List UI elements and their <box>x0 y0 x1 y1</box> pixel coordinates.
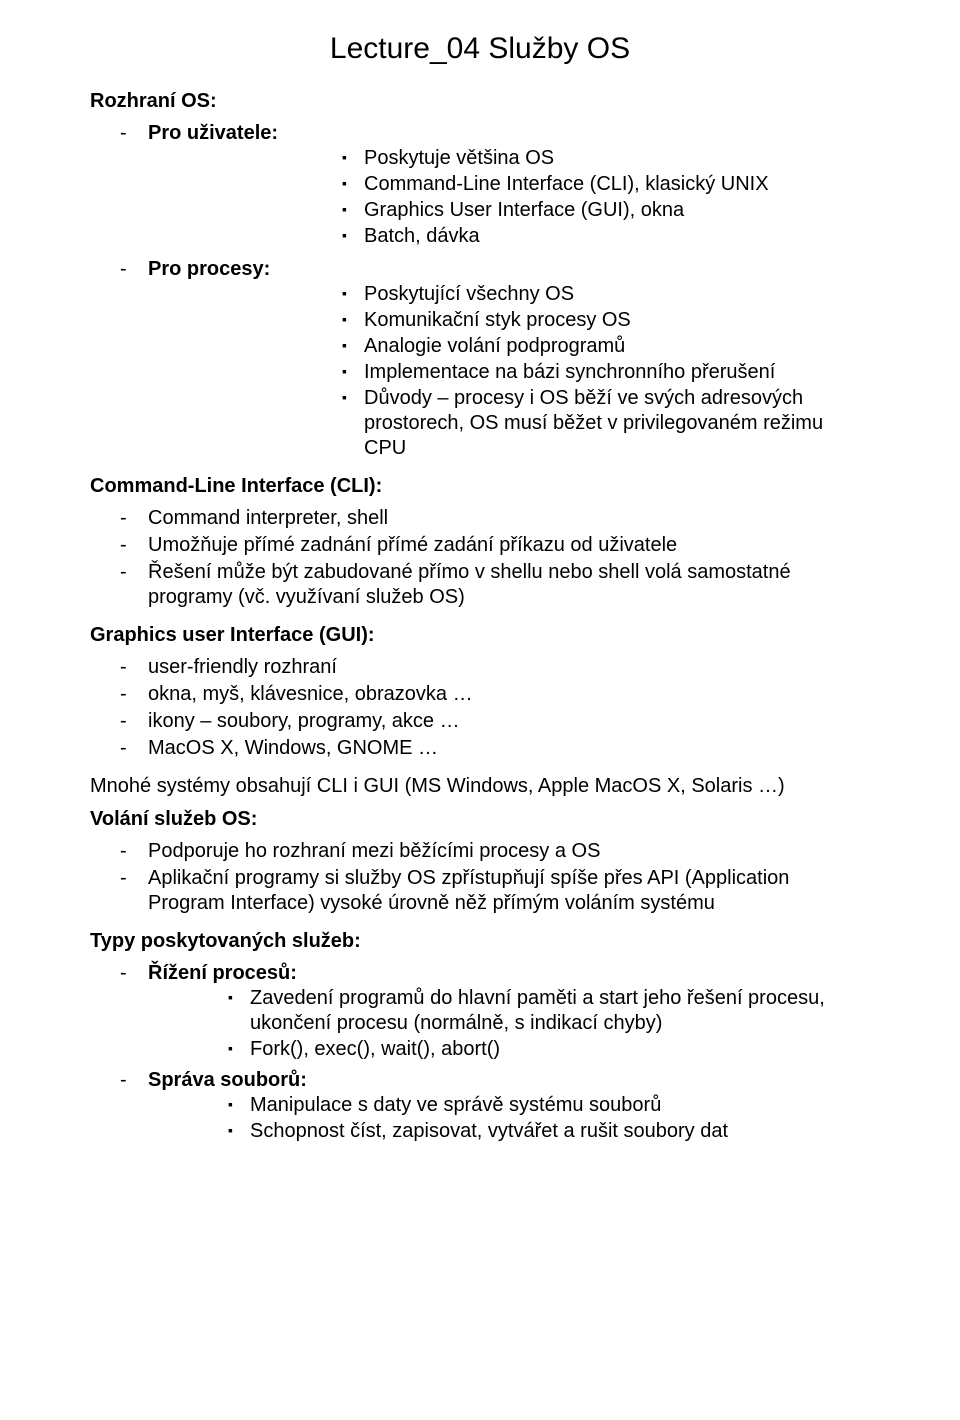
list-item: Pro procesy: Poskytující všechny OS Komu… <box>148 257 870 461</box>
heading-rozhrani: Rozhraní OS: <box>90 90 870 113</box>
list-item: Zavedení programů do hlavní paměti a sta… <box>250 986 870 1036</box>
list-item: Analogie volání podprogramů <box>364 334 870 359</box>
sublist: Zavedení programů do hlavní paměti a sta… <box>148 986 870 1062</box>
list-item: Podporuje ho rozhraní mezi běžícími proc… <box>148 839 870 864</box>
list-item: Správa souborů: Manipulace s daty ve spr… <box>148 1068 870 1144</box>
list-item: Fork(), exec(), wait(), abort() <box>250 1037 870 1062</box>
heading-cli: Command-Line Interface (CLI): <box>90 475 870 498</box>
list-typy: Řížení procesů: Zavedení programů do hla… <box>90 961 870 1144</box>
list-item: MacOS X, Windows, GNOME … <box>148 736 870 761</box>
list-item: okna, myš, klávesnice, obrazovka … <box>148 682 870 707</box>
list-item: Pro uživatele: Poskytuje většina OS Comm… <box>148 121 870 249</box>
sublist: Manipulace s daty ve správě systému soub… <box>148 1093 870 1144</box>
list-item: Batch, dávka <box>364 224 870 249</box>
label: Řížení procesů: <box>148 962 297 984</box>
label: Pro procesy: <box>148 258 270 280</box>
list-rozhrani: Pro uživatele: Poskytuje většina OS Comm… <box>90 121 870 461</box>
document-title: Lecture_04 Služby OS <box>90 32 870 66</box>
list-item: Řížení procesů: Zavedení programů do hla… <box>148 961 870 1062</box>
list-item: Command-Line Interface (CLI), klasický U… <box>364 172 870 197</box>
sublist: Poskytující všechny OS Komunikační styk … <box>148 282 870 461</box>
list-item: Manipulace s daty ve správě systému soub… <box>250 1093 870 1118</box>
list-item: Aplikační programy si služby OS zpřístup… <box>148 866 870 916</box>
document-page: { "title": "Lecture_04 Služby OS", "s1":… <box>0 0 960 1420</box>
list-item: Schopnost číst, zapisovat, vytvářet a ru… <box>250 1119 870 1144</box>
list-item: Graphics User Interface (GUI), okna <box>364 198 870 223</box>
label: Správa souborů: <box>148 1069 307 1091</box>
list-item: Command interpreter, shell <box>148 506 870 531</box>
label: Pro uživatele: <box>148 122 278 144</box>
heading-volani: Volání služeb OS: <box>90 808 870 831</box>
list-item: Řešení může být zabudované přímo v shell… <box>148 560 870 610</box>
list-item: Komunikační styk procesy OS <box>364 308 870 333</box>
paragraph: Mnohé systémy obsahují CLI i GUI (MS Win… <box>90 775 870 798</box>
list-item: Poskytuje většina OS <box>364 146 870 171</box>
heading-typy: Typy poskytovaných služeb: <box>90 930 870 953</box>
list-item: user-friendly rozhraní <box>148 655 870 680</box>
list-item: Důvody – procesy i OS běží ve svých adre… <box>364 386 870 461</box>
list-item: ikony – soubory, programy, akce … <box>148 709 870 734</box>
list-gui: user-friendly rozhraní okna, myš, kláves… <box>90 655 870 761</box>
list-item: Umožňuje přímé zadnání přímé zadání přík… <box>148 533 870 558</box>
list-item: Implementace na bázi synchronního přeruš… <box>364 360 870 385</box>
list-volani: Podporuje ho rozhraní mezi běžícími proc… <box>90 839 870 916</box>
sublist: Poskytuje většina OS Command-Line Interf… <box>148 146 870 249</box>
list-item: Poskytující všechny OS <box>364 282 870 307</box>
list-cli: Command interpreter, shell Umožňuje přím… <box>90 506 870 610</box>
heading-gui: Graphics user Interface (GUI): <box>90 624 870 647</box>
